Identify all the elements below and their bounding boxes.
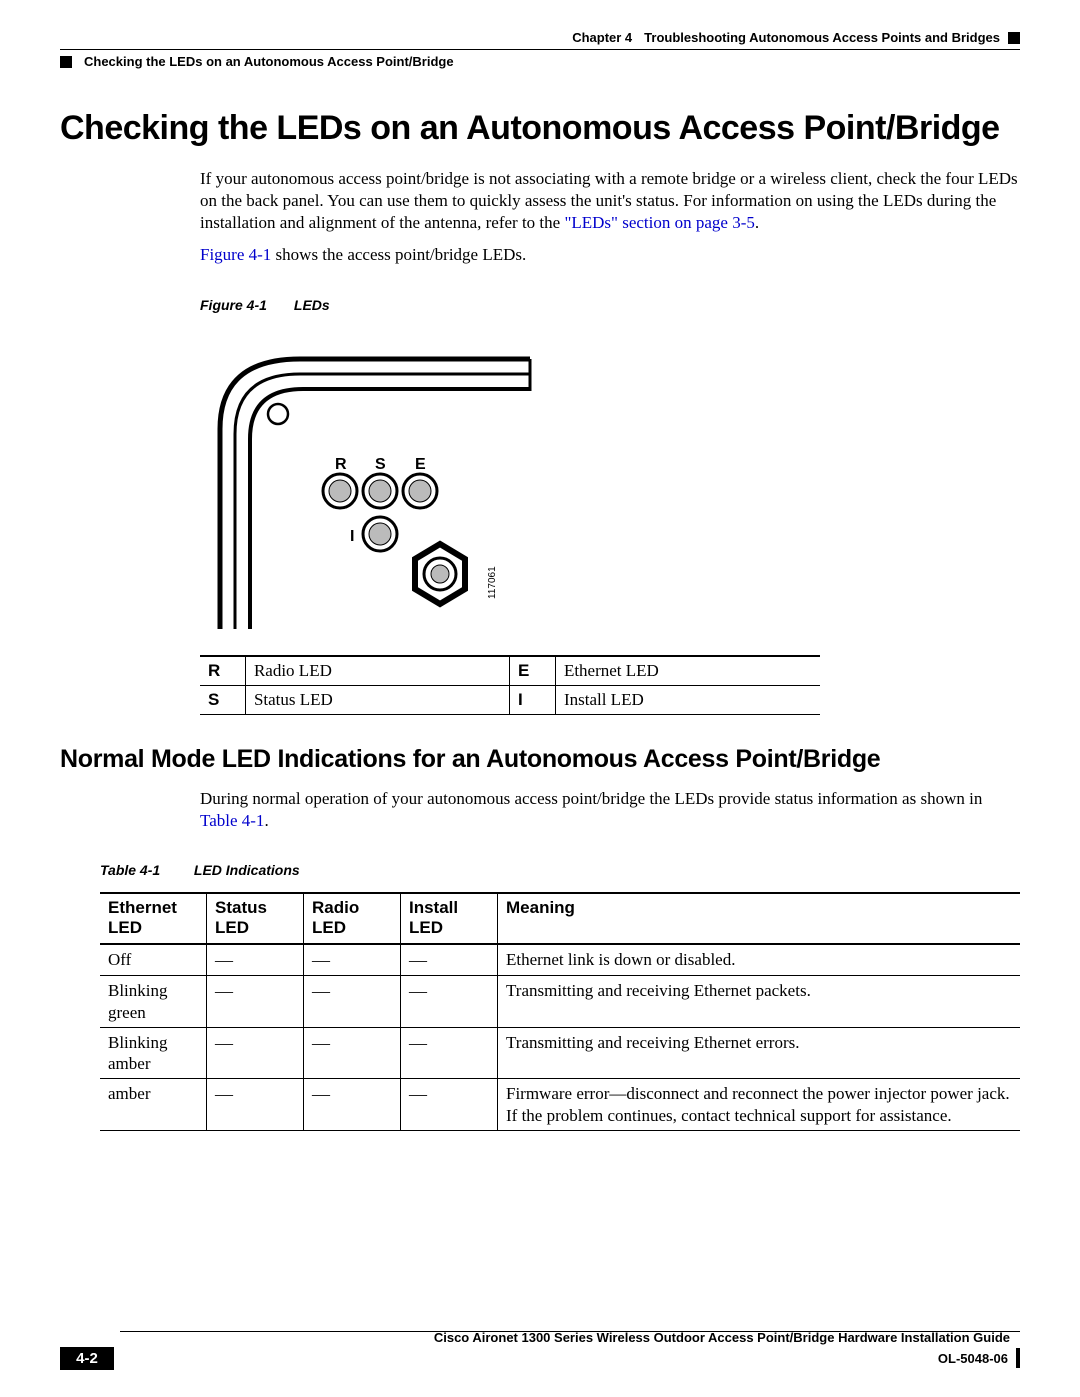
col-status-led: StatusLED [207, 893, 304, 944]
figure-code: 117061 [487, 565, 498, 598]
cell-eth: amber [100, 1079, 207, 1131]
cell-stat: — [207, 1079, 304, 1131]
cell-rad: — [304, 976, 401, 1028]
cell-rad: — [304, 944, 401, 976]
led-indications-table: EthernetLED StatusLED RadioLED InstallLE… [100, 892, 1020, 1131]
col-radio-led: RadioLED [304, 893, 401, 944]
table-row: Blinking amber — — — Transmitting and re… [100, 1027, 1020, 1079]
chapter-label: Chapter 4 [572, 30, 632, 45]
cell-rad: — [304, 1079, 401, 1131]
led-legend-table: R Radio LED E Ethernet LED S Status LED … [200, 655, 820, 715]
table-title: LED Indications [194, 862, 300, 878]
footer-doc-id: OL-5048-06 [938, 1351, 1008, 1366]
table-caption: Table 4-1 LED Indications [100, 862, 1020, 878]
table-label: Table 4-1 [100, 862, 190, 878]
breadcrumb-marker-icon [60, 56, 72, 68]
cell-mean: Transmitting and receiving Ethernet pack… [498, 976, 1021, 1028]
figure-ref-paragraph: Figure 4-1 shows the access point/bridge… [200, 244, 1020, 266]
legend-val-s: Status LED [245, 685, 509, 714]
header-marker-icon [1008, 32, 1020, 44]
footer-bar-icon [1016, 1348, 1020, 1368]
cell-mean: Firmware error—disconnect and reconnect … [498, 1079, 1021, 1131]
cell-mean: Transmitting and receiving Ethernet erro… [498, 1027, 1021, 1079]
section-breadcrumb: Checking the LEDs on an Autonomous Acces… [84, 54, 454, 69]
legend-key-s: S [200, 685, 245, 714]
table-4-1-link[interactable]: Table 4-1 [200, 811, 264, 830]
table-row: Blinking green — — — Transmitting and re… [100, 976, 1020, 1028]
cell-ins: — [401, 1027, 498, 1079]
legend-key-i: I [510, 685, 556, 714]
intro-paragraph: If your autonomous access point/bridge i… [200, 168, 1020, 234]
cell-stat: — [207, 944, 304, 976]
figure-caption: Figure 4-1 LEDs [200, 296, 1020, 314]
page-header: Chapter 4 Troubleshooting Autonomous Acc… [60, 30, 1020, 45]
col-ethernet-led: EthernetLED [100, 893, 207, 944]
figure-ref-text: shows the access point/bridge LEDs. [271, 245, 526, 264]
cell-rad: — [304, 1027, 401, 1079]
section-heading: Normal Mode LED Indications for an Auton… [60, 745, 1020, 774]
table-row: Off — — — Ethernet link is down or disab… [100, 944, 1020, 976]
intro-text-1b: . [755, 213, 759, 232]
figure-4-1-link[interactable]: Figure 4-1 [200, 245, 271, 264]
page-title: Checking the LEDs on an Autonomous Acces… [60, 109, 1020, 148]
cell-eth: Blinking green [100, 976, 207, 1028]
label-s: S [375, 456, 386, 473]
table-row: S Status LED I Install LED [200, 685, 820, 714]
normal-text-a: During normal operation of your autonomo… [200, 789, 982, 808]
normal-text-b: . [264, 811, 268, 830]
label-r: R [335, 456, 347, 473]
leds-diagram: R S E I [200, 329, 1020, 635]
cell-ins: — [401, 944, 498, 976]
table-header-row: EthernetLED StatusLED RadioLED InstallLE… [100, 893, 1020, 944]
legend-val-i: Install LED [555, 685, 820, 714]
figure-title: LEDs [294, 297, 330, 313]
section-breadcrumb-row: Checking the LEDs on an Autonomous Acces… [60, 49, 1020, 69]
page-footer: Cisco Aironet 1300 Series Wireless Outdo… [60, 1331, 1020, 1370]
legend-val-r: Radio LED [245, 656, 509, 686]
col-install-led: InstallLED [401, 893, 498, 944]
normal-mode-paragraph: During normal operation of your autonomo… [200, 788, 1020, 832]
figure-label: Figure 4-1 [200, 296, 290, 314]
cell-ins: — [401, 976, 498, 1028]
footer-guide-title: Cisco Aironet 1300 Series Wireless Outdo… [60, 1330, 1020, 1345]
page-number: 4-2 [60, 1347, 114, 1370]
cell-stat: — [207, 976, 304, 1028]
cell-ins: — [401, 1079, 498, 1131]
cell-eth: Off [100, 944, 207, 976]
table-row: R Radio LED E Ethernet LED [200, 656, 820, 686]
cell-mean: Ethernet link is down or disabled. [498, 944, 1021, 976]
col-meaning: Meaning [498, 893, 1021, 944]
cell-eth: Blinking amber [100, 1027, 207, 1079]
legend-key-e: E [510, 656, 556, 686]
label-i: I [350, 528, 354, 545]
label-e: E [415, 456, 426, 473]
legend-key-r: R [200, 656, 245, 686]
cell-stat: — [207, 1027, 304, 1079]
leds-section-link[interactable]: "LEDs" section on page 3-5 [564, 213, 754, 232]
legend-val-e: Ethernet LED [555, 656, 820, 686]
chapter-title: Troubleshooting Autonomous Access Points… [644, 30, 1000, 45]
table-row: amber — — — Firmware error—disconnect an… [100, 1079, 1020, 1131]
